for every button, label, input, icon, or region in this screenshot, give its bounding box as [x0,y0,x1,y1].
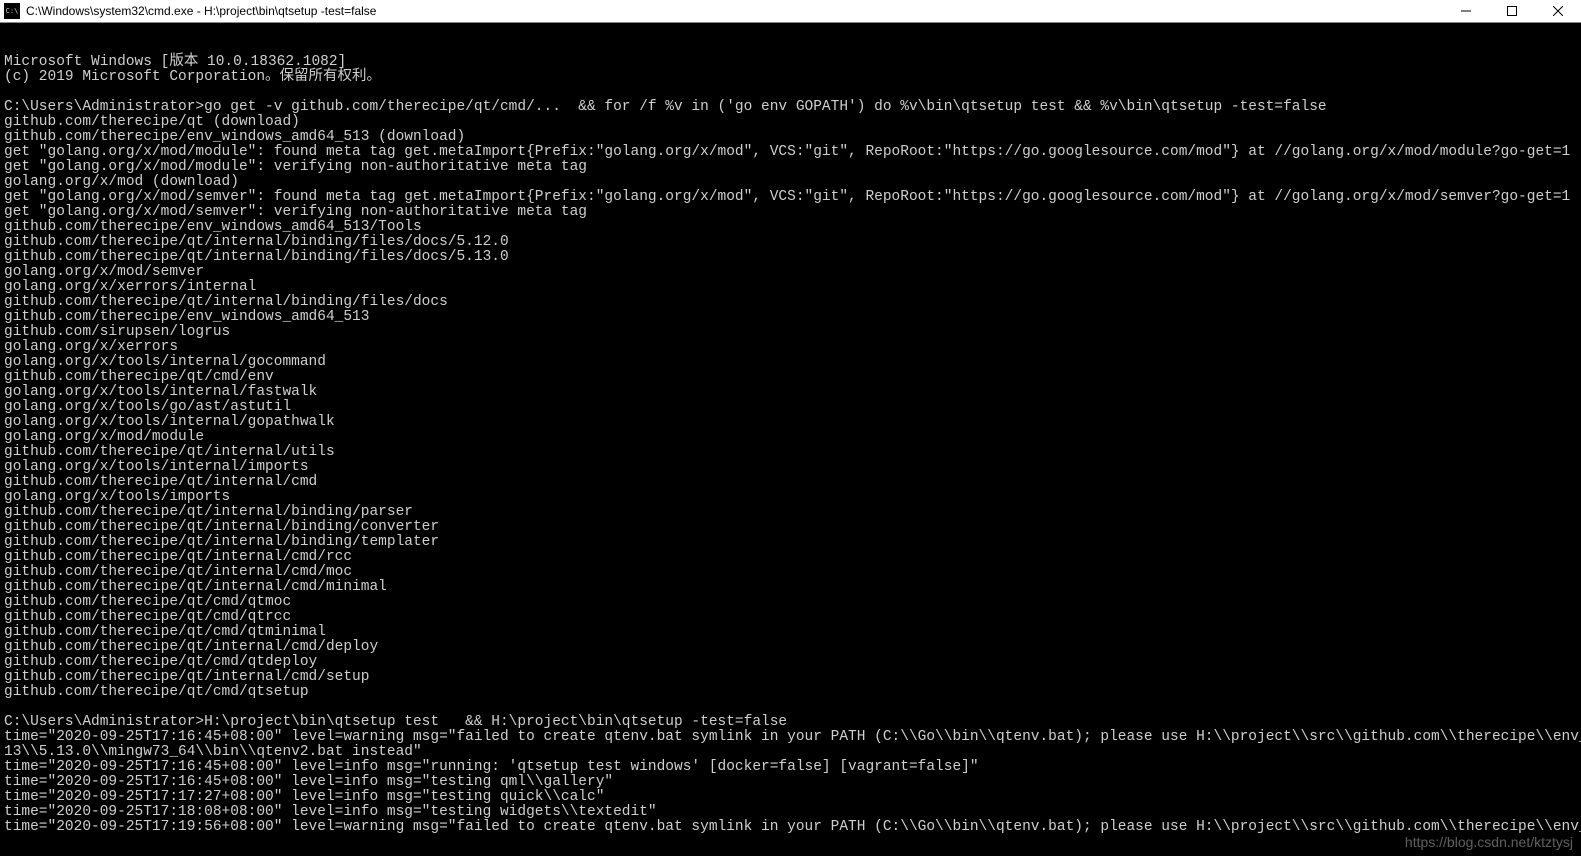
terminal-line: golang.org/x/xerrors [4,340,1577,355]
terminal-line: github.com/therecipe/env_windows_amd64_5… [4,310,1577,325]
terminal-line: github.com/therecipe/qt/internal/binding… [4,505,1577,520]
terminal-line: time="2020-09-25T17:19:56+08:00" level=w… [4,820,1577,835]
terminal-line: time="2020-09-25T17:16:45+08:00" level=i… [4,775,1577,790]
terminal-line: github.com/therecipe/qt/internal/binding… [4,235,1577,250]
terminal-line: (c) 2019 Microsoft Corporation。保留所有权利。 [4,70,1577,85]
terminal-line: time="2020-09-25T17:17:27+08:00" level=i… [4,790,1577,805]
terminal-line: github.com/therecipe/qt/internal/cmd/rcc [4,550,1577,565]
maximize-icon [1507,6,1517,16]
terminal-output[interactable]: Microsoft Windows [版本 10.0.18362.1082](c… [0,23,1581,856]
terminal-line [4,85,1577,100]
terminal-line: golang.org/x/tools/internal/gopathwalk [4,415,1577,430]
cmd-icon [4,3,20,19]
minimize-icon [1461,6,1471,16]
terminal-line: Microsoft Windows [版本 10.0.18362.1082] [4,55,1577,70]
terminal-line: golang.org/x/xerrors/internal [4,280,1577,295]
terminal-line: golang.org/x/mod/semver [4,265,1577,280]
terminal-line: time="2020-09-25T17:18:08+08:00" level=i… [4,805,1577,820]
terminal-line: github.com/therecipe/qt/internal/utils [4,445,1577,460]
terminal-line: github.com/therecipe/qt/internal/binding… [4,520,1577,535]
terminal-line: golang.org/x/tools/internal/imports [4,460,1577,475]
terminal-line: github.com/therecipe/qt/internal/binding… [4,535,1577,550]
terminal-line: time="2020-09-25T17:16:45+08:00" level=w… [4,730,1577,745]
terminal-line: C:\Users\Administrator>H:\project\bin\qt… [4,715,1577,730]
terminal-line: golang.org/x/mod (download) [4,175,1577,190]
terminal-line: github.com/therecipe/qt (download) [4,115,1577,130]
terminal-line: github.com/therecipe/qt/internal/cmd/moc [4,565,1577,580]
terminal-line: get "golang.org/x/mod/module": verifying… [4,160,1577,175]
terminal-line: golang.org/x/tools/imports [4,490,1577,505]
terminal-line: github.com/therecipe/qt/cmd/qtrcc [4,610,1577,625]
terminal-line: github.com/therecipe/qt/cmd/qtdeploy [4,655,1577,670]
close-button[interactable] [1535,0,1581,23]
terminal-line: golang.org/x/tools/internal/fastwalk [4,385,1577,400]
terminal-line: github.com/therecipe/qt/cmd/qtmoc [4,595,1577,610]
terminal-line: github.com/therecipe/env_windows_amd64_5… [4,220,1577,235]
window-title: C:\Windows\system32\cmd.exe - H:\project… [24,4,376,18]
terminal-line: github.com/therecipe/qt/internal/binding… [4,250,1577,265]
terminal-line: github.com/therecipe/qt/internal/binding… [4,295,1577,310]
window-root: C:\Windows\system32\cmd.exe - H:\project… [0,0,1581,856]
terminal-line: github.com/therecipe/qt/cmd/env [4,370,1577,385]
terminal-line: github.com/therecipe/env_windows_amd64_5… [4,130,1577,145]
terminal-line: github.com/therecipe/qt/cmd/qtminimal [4,625,1577,640]
terminal-line: github.com/therecipe/qt/cmd/qtsetup [4,685,1577,700]
minimize-button[interactable] [1443,0,1489,23]
terminal-line: github.com/therecipe/qt/internal/cmd/set… [4,670,1577,685]
terminal-line [4,700,1577,715]
titlebar[interactable]: C:\Windows\system32\cmd.exe - H:\project… [0,0,1581,23]
terminal-line: golang.org/x/tools/internal/gocommand [4,355,1577,370]
terminal-line: golang.org/x/mod/module [4,430,1577,445]
terminal-line: github.com/sirupsen/logrus [4,325,1577,340]
terminal-line: github.com/therecipe/qt/internal/cmd/dep… [4,640,1577,655]
close-icon [1553,6,1563,16]
maximize-button[interactable] [1489,0,1535,23]
terminal-line: github.com/therecipe/qt/internal/cmd/min… [4,580,1577,595]
terminal-line: golang.org/x/tools/go/ast/astutil [4,400,1577,415]
terminal-line: C:\Users\Administrator>go get -v github.… [4,100,1577,115]
terminal-line: github.com/therecipe/qt/internal/cmd [4,475,1577,490]
terminal-line: get "golang.org/x/mod/module": found met… [4,145,1577,160]
terminal-line: time="2020-09-25T17:16:45+08:00" level=i… [4,760,1577,775]
terminal-line: get "golang.org/x/mod/semver": found met… [4,190,1577,205]
terminal-line: get "golang.org/x/mod/semver": verifying… [4,205,1577,220]
watermark: https://blog.csdn.net/ktztysj [1405,835,1573,850]
terminal-line: 13\\5.13.0\\mingw73_64\\bin\\qtenv2.bat … [4,745,1577,760]
